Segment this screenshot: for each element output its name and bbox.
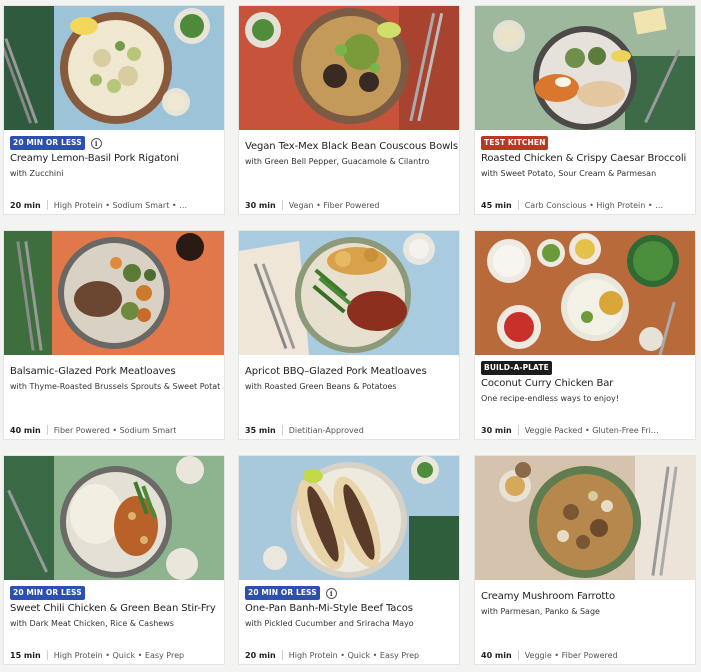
recipe-photo[interactable] [475,456,695,580]
recipe-subtitle: with Dark Meat Chicken, Rice & Cashews [10,619,174,628]
recipe-tags: High Protein • Sodium Smart • … [53,200,188,210]
divider [281,200,283,210]
recipe-meta: 20 min High Protein • Sodium Smart • … [10,200,222,210]
recipe-tags: Veggie • Fiber Powered [524,650,618,660]
recipe-meta: 20 min High Protein • Quick • Easy Prep [245,650,457,660]
recipe-meta: 15 min High Protein • Quick • Easy Prep [10,650,222,660]
recipe-grid: 20 MIN OR LESS i Creamy Lemon-Basil Pork… [3,5,696,667]
recipe-subtitle: with Parmesan, Panko & Sage [481,607,600,616]
divider [281,425,283,435]
recipe-card[interactable]: TEST KITCHEN Roasted Chicken & Crispy Ca… [474,5,696,215]
recipe-photo[interactable] [475,6,695,130]
recipe-tags: Vegan • Fiber Powered [288,200,380,210]
recipe-photo[interactable] [239,456,459,580]
recipe-title[interactable]: Coconut Curry Chicken Bar [481,378,613,389]
recipe-card[interactable]: Vegan Tex-Mex Black Bean Couscous Bowls … [238,5,460,215]
recipe-title[interactable]: Creamy Lemon-Basil Pork Rigatoni [10,153,179,164]
recipe-card[interactable]: Apricot BBQ–Glazed Pork Meatloaves with … [238,230,460,440]
recipe-photo[interactable] [4,231,224,355]
recipe-tags: High Protein • Quick • Easy Prep [53,650,185,660]
recipe-meta: 35 min Dietitian-Approved [245,425,457,435]
recipe-badge: TEST KITCHEN [481,136,549,150]
recipe-card[interactable]: 20 MIN OR LESS i One-Pan Banh-Mi-Style B… [238,455,460,665]
recipe-photo[interactable] [4,456,224,580]
cook-time: 30 min [481,425,512,435]
recipe-badge: 20 MIN OR LESS [245,586,320,600]
divider [46,200,48,210]
recipe-card[interactable]: Creamy Mushroom Farrotto with Parmesan, … [474,455,696,665]
recipe-meta: 30 min Veggie Packed • Gluten-Free Fri… [481,425,693,435]
divider [517,650,519,660]
recipe-card[interactable]: 20 MIN OR LESS Sweet Chili Chicken & Gre… [3,455,225,665]
badge-row: 20 MIN OR LESS i [10,136,102,150]
recipe-badge: BUILD-A-PLATE [481,361,552,375]
divider [46,650,48,660]
recipe-meta: 45 min Carb Conscious • High Protein • … [481,200,693,210]
recipe-subtitle: with Roasted Green Beans & Potatoes [245,382,397,391]
recipe-title[interactable]: Roasted Chicken & Crispy Caesar Broccoli [481,153,686,164]
cook-time: 15 min [10,650,41,660]
cook-time: 40 min [481,650,512,660]
recipe-photo[interactable] [239,6,459,130]
cook-time: 20 min [10,200,41,210]
recipe-subtitle: with Thyme-Roasted Brussels Sprouts & Sw… [10,382,220,391]
recipe-tags: Carb Conscious • High Protein • … [524,200,664,210]
info-icon[interactable]: i [90,137,102,149]
recipe-meta: 40 min Fiber Powered • Sodium Smart [10,425,222,435]
recipe-subtitle: with Sweet Potato, Sour Cream & Parmesan [481,169,657,178]
divider [281,650,283,660]
cook-time: 45 min [481,200,512,210]
recipe-subtitle: One recipe-endless ways to enjoy! [481,394,619,403]
recipe-subtitle: with Pickled Cucumber and Sriracha Mayo [245,619,414,628]
recipe-tags: High Protein • Quick • Easy Prep [288,650,420,660]
recipe-badge: 20 MIN OR LESS [10,586,85,600]
recipe-title[interactable]: Apricot BBQ–Glazed Pork Meatloaves [245,366,427,377]
recipe-subtitle: with Zucchini [10,169,64,178]
recipe-meta: 30 min Vegan • Fiber Powered [245,200,457,210]
cook-time: 30 min [245,200,276,210]
cook-time: 35 min [245,425,276,435]
recipe-tags: Dietitian-Approved [288,425,364,435]
info-icon[interactable]: i [325,587,337,599]
recipe-card[interactable]: Balsamic-Glazed Pork Meatloaves with Thy… [3,230,225,440]
recipe-title[interactable]: One-Pan Banh-Mi-Style Beef Tacos [245,603,413,614]
badge-row: TEST KITCHEN [481,136,549,150]
recipe-tags: Fiber Powered • Sodium Smart [53,425,177,435]
recipe-card[interactable]: BUILD-A-PLATE Coconut Curry Chicken Bar … [474,230,696,440]
badge-row: 20 MIN OR LESS [10,586,85,600]
cook-time: 20 min [245,650,276,660]
recipe-badge: 20 MIN OR LESS [10,136,85,150]
badge-row: 20 MIN OR LESS i [245,586,337,600]
divider [46,425,48,435]
recipe-title[interactable]: Creamy Mushroom Farrotto [481,591,615,602]
recipe-title[interactable]: Balsamic-Glazed Pork Meatloaves [10,366,176,377]
recipe-card[interactable]: 20 MIN OR LESS i Creamy Lemon-Basil Pork… [3,5,225,215]
recipe-photo[interactable] [475,231,695,355]
recipe-photo[interactable] [239,231,459,355]
recipe-tags: Veggie Packed • Gluten-Free Fri… [524,425,659,435]
recipe-title[interactable]: Sweet Chili Chicken & Green Bean Stir-Fr… [10,603,216,614]
divider [517,200,519,210]
recipe-title[interactable]: Vegan Tex-Mex Black Bean Couscous Bowls [245,141,458,152]
recipe-meta: 40 min Veggie • Fiber Powered [481,650,693,660]
badge-row: BUILD-A-PLATE [481,361,552,375]
cook-time: 40 min [10,425,41,435]
divider [517,425,519,435]
recipe-photo[interactable] [4,6,224,130]
recipe-subtitle: with Green Bell Pepper, Guacamole & Cila… [245,157,430,166]
